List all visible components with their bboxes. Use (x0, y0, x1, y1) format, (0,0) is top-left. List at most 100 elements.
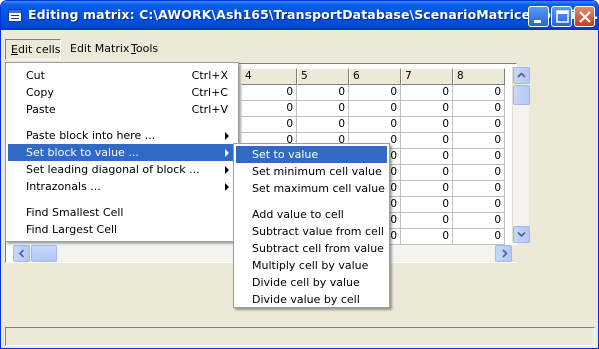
menu-item-paste-block[interactable]: Paste block into here ... (8, 127, 236, 144)
menu-edit-cells[interactable]: Edit cells (5, 39, 61, 60)
maximize-icon (556, 10, 569, 23)
matrix-cell[interactable]: 0 (453, 85, 505, 101)
column-header[interactable]: 5 (297, 68, 349, 85)
horizontal-scroll-thumb[interactable] (31, 245, 57, 262)
matrix-cell[interactable]: 0 (241, 117, 297, 133)
edit-cells-menu: Cut Ctrl+X Copy Ctrl+C Paste Ctrl+V Paste b… (5, 62, 239, 242)
matrix-cell[interactable]: 0 (453, 101, 505, 117)
set-block-submenu: Set to value Set minimum cell value Set … (233, 143, 390, 308)
column-header[interactable]: 8 (453, 68, 505, 85)
submenu-item-subtract-cell-from-value[interactable]: Subtract cell from value (236, 240, 387, 257)
minimize-button[interactable] (528, 6, 549, 27)
menu-item-paste-label: Paste (26, 103, 56, 116)
scroll-up-button[interactable] (513, 67, 530, 84)
menu-edit-cells-mnemonic: E (11, 43, 18, 56)
menu-tools-label: ools (135, 42, 159, 55)
app-icon (8, 9, 22, 22)
matrix-cell[interactable]: 0 (401, 181, 453, 197)
submenu-arrow-icon (225, 183, 229, 191)
matrix-cell[interactable]: 0 (297, 101, 349, 117)
chevron-left-icon (18, 249, 25, 258)
menu-item-cut-label: Cut (26, 69, 45, 82)
submenu-item-multiply[interactable]: Multiply cell by value (236, 257, 387, 274)
vertical-scroll-thumb[interactable] (513, 85, 530, 105)
menu-item-intrazonals-label: Intrazonals ... (26, 180, 101, 193)
menu-item-set-block-to-value[interactable]: Set block to value ... (8, 144, 236, 161)
menu-separator (237, 202, 386, 203)
scroll-down-button[interactable] (513, 226, 530, 243)
menu-item-find-smallest-cell[interactable]: Find Smallest Cell (8, 204, 236, 221)
matrix-cell[interactable]: 0 (453, 213, 505, 229)
matrix-cell[interactable]: 0 (401, 229, 453, 245)
matrix-cell[interactable]: 0 (297, 85, 349, 101)
matrix-cell[interactable]: 0 (349, 117, 401, 133)
menu-separator (9, 123, 235, 124)
submenu-item-divide-value-by-cell[interactable]: Divide value by cell (236, 291, 387, 308)
matrix-cell[interactable]: 0 (349, 101, 401, 117)
submenu-arrow-icon (225, 166, 229, 174)
menu-edit-cells-label: dit cells (17, 43, 61, 56)
submenu-arrow-icon (225, 149, 229, 157)
chevron-down-icon (517, 231, 526, 238)
matrix-cell[interactable]: 0 (401, 149, 453, 165)
menu-tools[interactable]: Tools (126, 39, 163, 60)
scrollbar-corner (512, 245, 529, 262)
column-header[interactable]: 7 (401, 68, 453, 85)
matrix-cell[interactable]: 0 (241, 85, 297, 101)
vertical-scrollbar[interactable] (512, 67, 530, 243)
matrix-cell[interactable]: 0 (401, 101, 453, 117)
matrix-cell[interactable]: 0 (297, 117, 349, 133)
window-title: Editing matrix: C:\AWORK\Ash165\Transpor… (28, 7, 599, 22)
menu-item-copy[interactable]: Copy Ctrl+C (8, 84, 236, 101)
matrix-cell[interactable]: 0 (453, 181, 505, 197)
menu-item-set-block-to-value-label: Set block to value ... (26, 146, 139, 159)
menu-item-find-largest-cell[interactable]: Find Largest Cell (8, 221, 236, 238)
matrix-cell[interactable]: 0 (453, 117, 505, 133)
matrix-cell[interactable]: 0 (401, 117, 453, 133)
submenu-item-subtract-value-from-cell[interactable]: Subtract value from cell (236, 223, 387, 240)
matrix-cell[interactable]: 0 (401, 85, 453, 101)
menu-item-cut[interactable]: Cut Ctrl+X (8, 67, 236, 84)
menu-item-paste[interactable]: Paste Ctrl+V (8, 101, 236, 118)
chevron-up-icon (517, 72, 526, 78)
menu-item-cut-shortcut: Ctrl+X (191, 69, 228, 82)
menu-separator (9, 200, 235, 201)
matrix-cell[interactable]: 0 (453, 197, 505, 213)
scroll-left-button[interactable] (13, 245, 30, 262)
submenu-arrow-icon (225, 132, 229, 140)
matrix-cell[interactable]: 0 (241, 101, 297, 117)
menu-item-find-largest-cell-label: Find Largest Cell (26, 223, 118, 236)
menu-item-copy-label: Copy (26, 86, 54, 99)
submenu-item-add-value[interactable]: Add value to cell (236, 206, 387, 223)
status-bar (5, 327, 595, 346)
title-bar[interactable]: Editing matrix: C:\AWORK\Ash165\Transpor… (1, 1, 598, 30)
matrix-cell[interactable]: 0 (349, 85, 401, 101)
column-header[interactable]: 4 (241, 68, 297, 85)
menu-item-set-leading-diagonal-label: Set leading diagonal of block ... (26, 163, 200, 176)
menu-item-paste-shortcut: Ctrl+V (191, 103, 228, 116)
menu-item-intrazonals[interactable]: Intrazonals ... (8, 178, 236, 195)
submenu-item-set-minimum[interactable]: Set minimum cell value (236, 163, 387, 180)
matrix-cell[interactable]: 0 (401, 165, 453, 181)
matrix-cell[interactable]: 0 (401, 133, 453, 149)
column-header[interactable]: 6 (349, 68, 401, 85)
matrix-cell[interactable]: 0 (401, 213, 453, 229)
matrix-cell[interactable]: 0 (453, 229, 505, 245)
submenu-item-divide-cell-by-value[interactable]: Divide cell by value (236, 274, 387, 291)
maximize-button[interactable] (551, 6, 572, 27)
matrix-cell[interactable]: 0 (453, 133, 505, 149)
submenu-item-set-to-value[interactable]: Set to value (236, 146, 387, 163)
menu-item-find-smallest-cell-label: Find Smallest Cell (26, 206, 124, 219)
close-button[interactable] (574, 6, 595, 27)
close-icon (579, 11, 591, 23)
menu-edit-matrix[interactable]: Edit Matrix (65, 39, 134, 60)
scroll-right-button[interactable] (495, 245, 512, 262)
submenu-item-set-maximum[interactable]: Set maximum cell value (236, 180, 387, 197)
minimize-icon (534, 20, 541, 23)
matrix-cell[interactable]: 0 (401, 197, 453, 213)
chevron-right-icon (502, 249, 508, 258)
matrix-cell[interactable]: 0 (453, 165, 505, 181)
matrix-cell[interactable]: 0 (453, 149, 505, 165)
menu-item-paste-block-label: Paste block into here ... (26, 129, 156, 142)
menu-item-set-leading-diagonal[interactable]: Set leading diagonal of block ... (8, 161, 236, 178)
